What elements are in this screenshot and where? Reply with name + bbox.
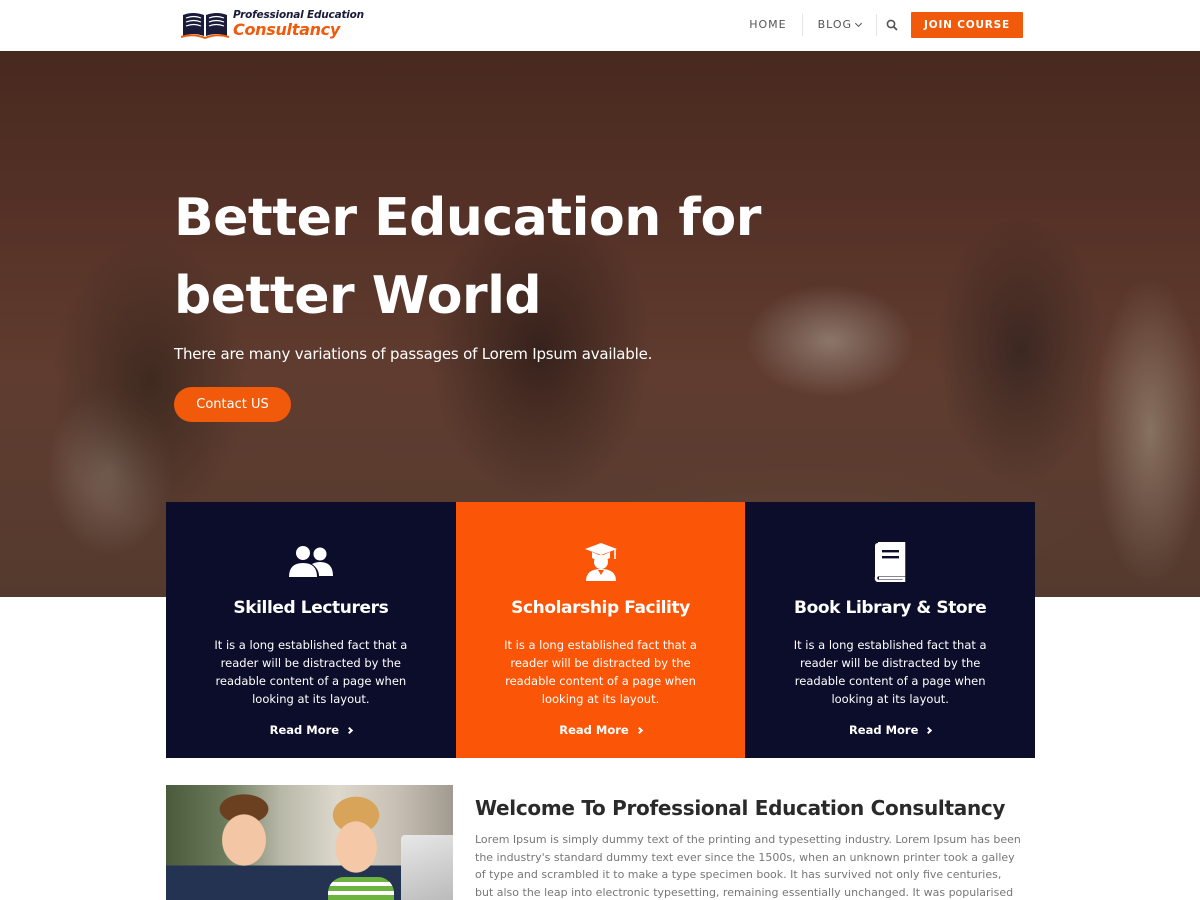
welcome-section: Welcome To Professional Education Consul… [475,796,1035,900]
nav-blog-label: BLOG [817,18,853,31]
feature-text: It is a long established fact that a rea… [793,638,987,706]
welcome-image [166,785,453,900]
read-more-link[interactable]: Read More [269,723,354,737]
read-more-label: Read More [848,723,919,737]
feature-title: Skilled Lecturers [233,598,389,618]
site-logo[interactable]: Professional Education Consultancy [181,9,364,39]
image-detail [328,877,394,900]
read-more-link[interactable]: Read More [848,723,933,737]
chevron-right-icon [635,726,643,734]
welcome-title: Welcome To Professional Education Consul… [475,796,1006,820]
nav-home-label: HOME [749,18,787,31]
read-more-label: Read More [269,723,340,737]
chevron-right-icon [925,726,933,734]
feature-title: Scholarship Facility [511,598,690,618]
hero-title: Better Education for better World [174,188,761,326]
hero-subtitle: There are many variations of passages of… [174,345,653,363]
feature-title: Book Library & Store [794,598,987,618]
nav-home[interactable]: HOME [734,14,801,36]
book-icon [745,542,1035,582]
logo-line-2: Consultancy [233,19,340,39]
search-icon[interactable] [879,14,905,36]
open-book-logo-icon [181,13,229,39]
nav-divider [876,14,878,36]
feature-skilled-lecturers: Skilled Lecturers It is a long establish… [166,502,456,758]
contact-us-button[interactable]: Contact US [174,387,291,422]
main-nav: HOME BLOG JOIN COURSE [734,12,1023,38]
chevron-right-icon [346,726,354,734]
site-header: Professional Education Consultancy HOME … [0,0,1200,51]
feature-book-library: Book Library & Store It is a long establ… [745,502,1036,758]
read-more-link[interactable]: Read More [559,723,643,737]
nav-blog[interactable]: BLOG [803,14,876,36]
feature-text: It is a long established fact that a rea… [504,638,697,706]
feature-text: It is a long established fact that a rea… [214,638,408,706]
feature-boxes: Skilled Lecturers It is a long establish… [166,502,1036,758]
welcome-body: Lorem Ipsum is simply dummy text of the … [475,833,1021,899]
image-detail [401,835,453,900]
feature-scholarship-facility: Scholarship Facility It is a long establ… [455,502,746,758]
read-more-label: Read More [559,723,629,737]
chevron-down-icon [854,19,863,28]
users-icon [166,542,456,582]
join-course-button[interactable]: JOIN COURSE [911,12,1023,38]
hero-content: Better Education for better World There … [174,179,914,422]
graduate-icon [456,542,746,582]
